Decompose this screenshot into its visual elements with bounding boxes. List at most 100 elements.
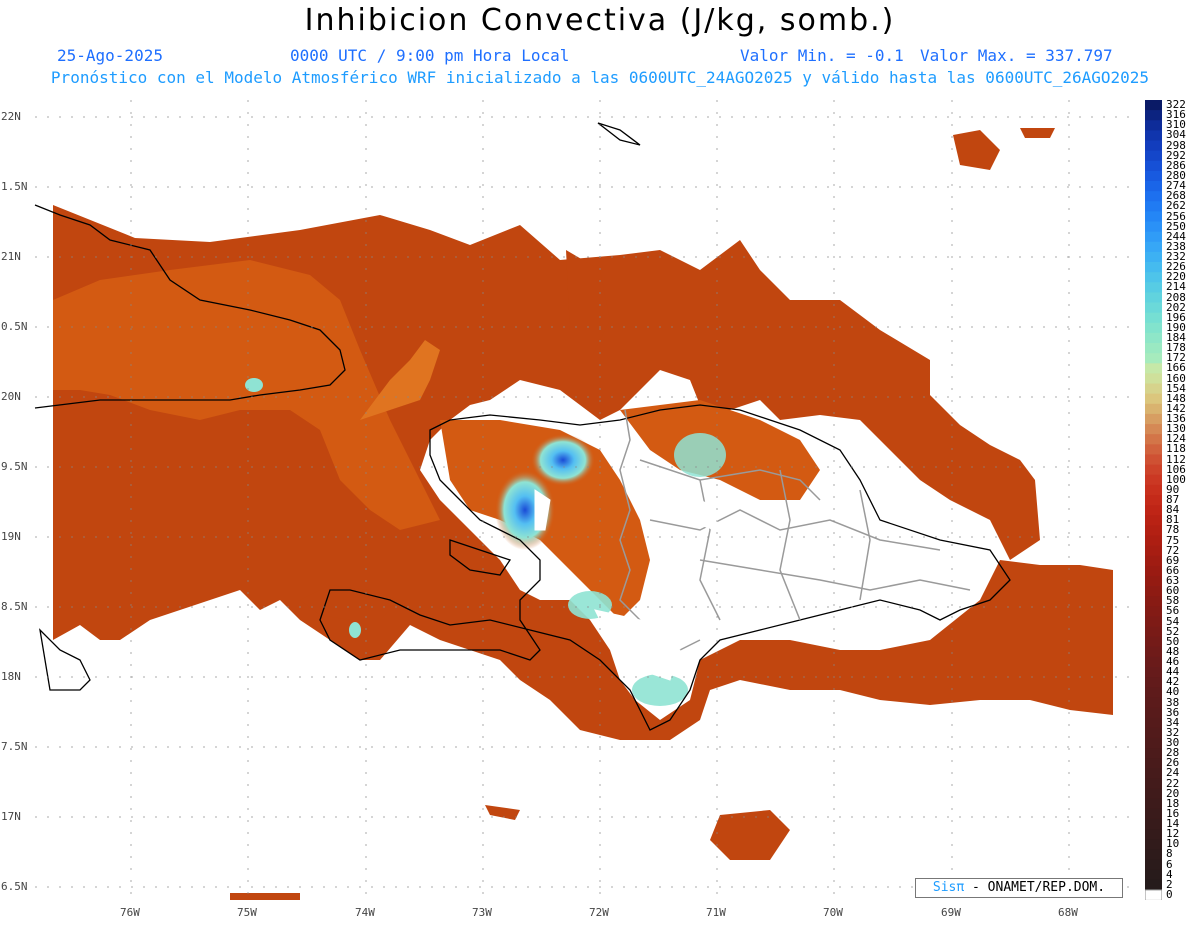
colorbar-swatch bbox=[1145, 616, 1162, 627]
colorbar-swatch bbox=[1145, 424, 1162, 435]
sispi-logo: Sisπ bbox=[932, 880, 965, 895]
colorbar-swatch bbox=[1145, 697, 1162, 708]
lon-label: 75W bbox=[237, 906, 257, 919]
lat-label: 21N bbox=[1, 250, 21, 263]
colorbar-swatch bbox=[1145, 626, 1162, 638]
lat-label: 17N bbox=[1, 810, 21, 823]
lat-label: 9.5N bbox=[1, 460, 28, 473]
colorbar-swatch bbox=[1145, 788, 1162, 800]
colorbar-swatch bbox=[1145, 798, 1162, 810]
cin-field bbox=[53, 128, 1113, 900]
colorbar-swatch bbox=[1145, 707, 1162, 719]
lon-label: 74W bbox=[355, 906, 375, 919]
colorbar-swatch bbox=[1145, 859, 1162, 871]
lat-label: 1.5N bbox=[1, 180, 28, 193]
colorbar-swatch bbox=[1145, 849, 1162, 860]
colorbar-swatch bbox=[1145, 444, 1162, 455]
colorbar-swatch bbox=[1145, 586, 1162, 597]
colorbar-swatch bbox=[1145, 535, 1162, 546]
colorbar-swatch bbox=[1145, 201, 1162, 212]
colorbar-swatch bbox=[1145, 829, 1162, 840]
colorbar-swatch bbox=[1145, 737, 1162, 749]
colorbar-swatch bbox=[1145, 251, 1162, 263]
colorbar-swatch bbox=[1145, 170, 1162, 182]
colorbar-swatch bbox=[1145, 160, 1162, 172]
lat-label: 6.5N bbox=[1, 880, 28, 893]
colorbar-swatch bbox=[1145, 373, 1162, 384]
colorbar-swatch bbox=[1145, 241, 1162, 253]
colorbar-swatch bbox=[1145, 484, 1162, 496]
colorbar-swatch bbox=[1145, 565, 1162, 577]
lon-label: 69W bbox=[941, 906, 961, 919]
colorbar-swatch bbox=[1145, 110, 1162, 121]
colorbar-swatch bbox=[1145, 282, 1162, 293]
colorbar-swatch bbox=[1145, 575, 1162, 587]
colorbar-swatch bbox=[1145, 667, 1162, 678]
colorbar-swatch bbox=[1145, 191, 1162, 202]
colorbar-swatch bbox=[1145, 221, 1162, 233]
colorbar-swatch bbox=[1145, 363, 1162, 374]
lon-label: 73W bbox=[472, 906, 492, 919]
colorbar-swatch bbox=[1145, 302, 1162, 314]
colorbar-swatch bbox=[1145, 292, 1162, 303]
colorbar-swatch bbox=[1145, 525, 1162, 536]
colorbar-swatch bbox=[1145, 687, 1162, 698]
colorbar-swatch bbox=[1145, 505, 1162, 516]
colorbar-swatch bbox=[1145, 231, 1162, 243]
colorbar-swatch bbox=[1145, 150, 1162, 162]
colorbar-swatch bbox=[1145, 646, 1162, 658]
colorbar-swatch bbox=[1145, 656, 1162, 668]
lat-label: 7.5N bbox=[1, 740, 28, 753]
colorbar-label: 0 bbox=[1166, 887, 1173, 901]
colorbar-swatch bbox=[1145, 717, 1162, 729]
colorbar-swatch bbox=[1145, 434, 1162, 445]
colorbar-swatch bbox=[1145, 727, 1162, 739]
lon-label: 71W bbox=[706, 906, 726, 919]
lon-label: 68W bbox=[1058, 906, 1078, 919]
colorbar-swatch bbox=[1145, 383, 1162, 395]
colorbar-swatch bbox=[1145, 403, 1162, 415]
colorbar-swatch bbox=[1145, 140, 1162, 152]
colorbar-swatch bbox=[1145, 879, 1162, 891]
colorbar-swatch bbox=[1145, 768, 1162, 779]
lon-label: 72W bbox=[589, 906, 609, 919]
colorbar-swatch bbox=[1145, 869, 1162, 881]
colorbar-swatch bbox=[1145, 181, 1162, 192]
colorbar bbox=[1145, 100, 1162, 900]
colorbar-swatch bbox=[1145, 758, 1162, 769]
colorbar-swatch bbox=[1145, 393, 1162, 405]
colorbar-swatch bbox=[1145, 343, 1162, 354]
colorbar-swatch bbox=[1145, 332, 1162, 344]
lat-label: 8.5N bbox=[1, 600, 28, 613]
credit-text: - ONAMET/REP.DOM. bbox=[972, 880, 1106, 895]
colorbar-swatch bbox=[1145, 353, 1162, 364]
colorbar-swatch bbox=[1145, 889, 1162, 900]
colorbar-swatch bbox=[1145, 839, 1162, 850]
colorbar-swatch bbox=[1145, 515, 1162, 526]
colorbar-swatch bbox=[1145, 262, 1162, 273]
colorbar-swatch bbox=[1145, 545, 1162, 557]
lon-label: 76W bbox=[120, 906, 140, 919]
colorbar-swatch bbox=[1145, 748, 1162, 759]
colorbar-swatch bbox=[1145, 120, 1162, 131]
colorbar-swatch bbox=[1145, 677, 1162, 688]
credit-box: Sisπ - ONAMET/REP.DOM. bbox=[915, 878, 1123, 898]
colorbar-swatch bbox=[1145, 555, 1162, 567]
lat-label: 22N bbox=[1, 110, 21, 123]
colorbar-swatch bbox=[1145, 454, 1162, 465]
colorbar-swatch bbox=[1145, 211, 1162, 222]
colorbar-swatch bbox=[1145, 322, 1162, 334]
colorbar-swatch bbox=[1145, 808, 1162, 820]
colorbar-swatch bbox=[1145, 272, 1162, 283]
lat-label: 18N bbox=[1, 670, 21, 683]
lat-label: 0.5N bbox=[1, 320, 28, 333]
colorbar-swatch bbox=[1145, 606, 1162, 617]
colorbar-swatch bbox=[1145, 464, 1162, 476]
colorbar-swatch bbox=[1145, 596, 1162, 607]
lat-label: 19N bbox=[1, 530, 21, 543]
colorbar-swatch bbox=[1145, 413, 1162, 425]
colorbar-swatch bbox=[1145, 494, 1162, 506]
forecast-map bbox=[34, 100, 1130, 900]
colorbar-swatch bbox=[1145, 130, 1162, 141]
lon-label: 70W bbox=[823, 906, 843, 919]
